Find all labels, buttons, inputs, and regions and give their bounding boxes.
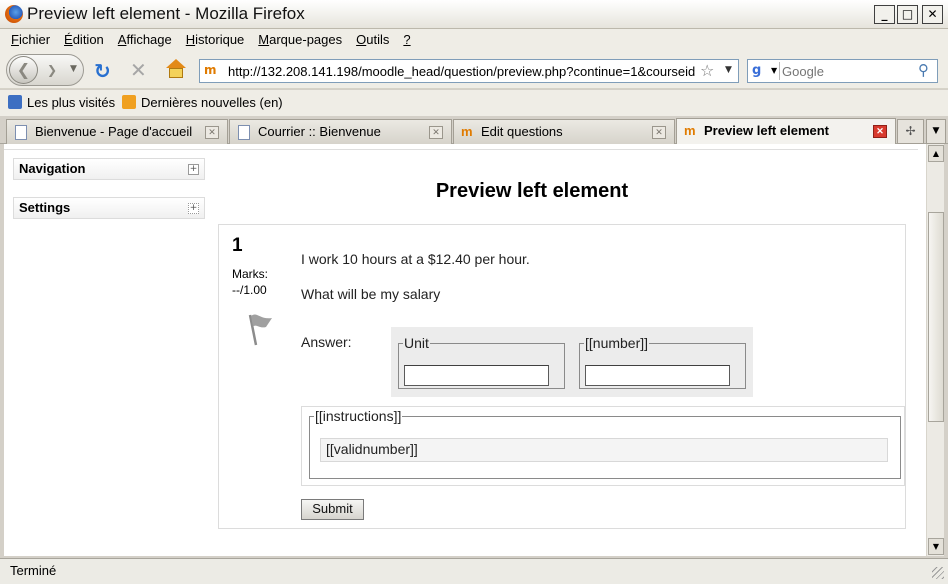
- question-container: 1 Marks: --/1.00 I work 10 hours at a $1…: [218, 224, 906, 529]
- new-tab-button[interactable]: ✢: [897, 119, 924, 144]
- navigation-block-title: Navigation: [19, 161, 86, 176]
- question-text-line: What will be my salary: [301, 286, 441, 302]
- stop-icon[interactable]: ✕: [130, 58, 147, 82]
- menu-marque-pages[interactable]: Marque-pages: [251, 29, 349, 51]
- menu-help[interactable]: ?: [396, 29, 417, 51]
- status-bar: Terminé: [0, 558, 948, 584]
- moodle-icon: m: [684, 123, 696, 138]
- answer-box: Unit [[number]]: [391, 327, 753, 397]
- tab-edit-questions[interactable]: m Edit questions ✕: [453, 119, 675, 144]
- navigation-toolbar: ❮ ❯ ▼ ↻ ✕ m http://132.208.141.198/moodl…: [0, 51, 948, 89]
- firefox-icon: [5, 5, 23, 23]
- instructions-container: [[instructions]] [[validnumber]]: [301, 406, 905, 486]
- google-engine-icon[interactable]: g: [752, 63, 768, 79]
- bookmarks-toolbar: Les plus visités Dernières nouvelles (en…: [0, 90, 948, 116]
- search-engine-dropdown-icon[interactable]: ▼: [771, 66, 777, 75]
- tab-close-icon[interactable]: ✕: [429, 126, 443, 139]
- number-legend: [[number]]: [585, 335, 649, 351]
- menu-historique[interactable]: Historique: [179, 29, 252, 51]
- url-text[interactable]: http://132.208.141.198/moodle_head/quest…: [228, 64, 698, 79]
- window-title: Preview left element - Mozilla Firefox: [27, 4, 305, 23]
- reload-icon[interactable]: ↻: [94, 59, 111, 83]
- most-visited-icon: [8, 95, 22, 109]
- scrollbar-thumb[interactable]: [928, 212, 944, 422]
- tab-preview-left-element[interactable]: m Preview left element ✕: [676, 118, 896, 145]
- instructions-fieldset: [[instructions]] [[validnumber]]: [309, 408, 901, 479]
- navigation-block[interactable]: Navigation +: [13, 158, 205, 180]
- search-bar[interactable]: g ▼ ⚲: [747, 59, 938, 83]
- question-text-line: I work 10 hours at a $12.40 per hour.: [301, 251, 530, 267]
- number-input[interactable]: [585, 365, 730, 386]
- number-fieldset: [[number]]: [579, 335, 746, 389]
- menu-affichage[interactable]: Affichage: [111, 29, 179, 51]
- validnumber-field: [[validnumber]]: [320, 438, 888, 462]
- submit-button[interactable]: Submit: [301, 499, 364, 520]
- instructions-legend: [[instructions]]: [315, 408, 402, 424]
- unit-legend: Unit: [404, 335, 429, 351]
- answer-label: Answer:: [301, 334, 352, 350]
- url-bar[interactable]: m http://132.208.141.198/moodle_head/que…: [199, 59, 739, 83]
- status-text: Terminé: [10, 563, 57, 578]
- tab-bienvenue[interactable]: Bienvenue - Page d'accueil ✕: [6, 119, 228, 144]
- search-icon[interactable]: ⚲: [918, 61, 929, 79]
- resize-grip-icon[interactable]: [932, 567, 944, 579]
- settings-block-title: Settings: [19, 200, 71, 215]
- expand-icon[interactable]: +: [188, 164, 199, 175]
- back-arrow-icon[interactable]: ❮: [9, 56, 38, 84]
- unit-fieldset: Unit: [398, 335, 565, 389]
- forward-arrow-icon[interactable]: ❯: [47, 63, 57, 77]
- rss-feed-icon: [122, 95, 136, 109]
- back-forward-group: ❮ ❯ ▼: [6, 54, 84, 86]
- close-window-button[interactable]: ✕: [922, 5, 943, 24]
- tab-courrier[interactable]: Courrier :: Bienvenue ✕: [229, 119, 452, 144]
- bookmark-star-icon[interactable]: ☆: [700, 61, 714, 80]
- bookmark-latest-news[interactable]: Dernières nouvelles (en): [122, 95, 283, 110]
- menu-outils[interactable]: Outils: [349, 29, 396, 51]
- marks-label: Marks:: [232, 267, 268, 281]
- page-icon: [238, 125, 250, 140]
- moodle-icon: m: [461, 124, 473, 139]
- scroll-up-icon[interactable]: ▲: [928, 145, 944, 162]
- maximize-button[interactable]: □: [897, 5, 918, 24]
- tab-close-icon[interactable]: ✕: [873, 125, 887, 138]
- bookmark-most-visited[interactable]: Les plus visités: [8, 95, 115, 110]
- menu-bar: Fichier Édition Affichage Historique Mar…: [0, 29, 948, 51]
- settings-block[interactable]: Settings +: [13, 197, 205, 219]
- home-icon[interactable]: [165, 59, 187, 79]
- minimize-button[interactable]: _: [874, 5, 895, 24]
- menu-fichier[interactable]: Fichier: [4, 29, 57, 51]
- tab-close-icon[interactable]: ✕: [652, 126, 666, 139]
- marks-value: --/1.00: [232, 283, 267, 297]
- flag-icon[interactable]: [246, 311, 276, 347]
- page-content: Navigation + Settings + Preview left ele…: [4, 144, 926, 556]
- vertical-scrollbar[interactable]: ▲ ▼: [926, 144, 944, 556]
- page-title: Preview left element: [435, 180, 629, 202]
- question-number: 1: [232, 235, 243, 256]
- scroll-down-icon[interactable]: ▼: [928, 538, 944, 555]
- page-icon: [15, 125, 27, 140]
- tab-bar: Bienvenue - Page d'accueil ✕ Courrier ::…: [0, 116, 948, 145]
- tab-list-dropdown-icon[interactable]: ▼: [926, 119, 946, 144]
- menu-edition[interactable]: Édition: [57, 29, 111, 51]
- unit-input[interactable]: [404, 365, 549, 386]
- site-favicon-icon: m: [204, 63, 217, 77]
- search-input[interactable]: [782, 62, 912, 80]
- url-dropdown-icon[interactable]: ▼: [725, 65, 732, 75]
- history-dropdown-icon[interactable]: ▼: [70, 64, 77, 74]
- expand-icon[interactable]: +: [188, 203, 199, 214]
- tab-close-icon[interactable]: ✕: [205, 126, 219, 139]
- window-title-bar[interactable]: Preview left element - Mozilla Firefox _…: [0, 0, 948, 29]
- window-controls: _ □ ✕: [874, 5, 943, 24]
